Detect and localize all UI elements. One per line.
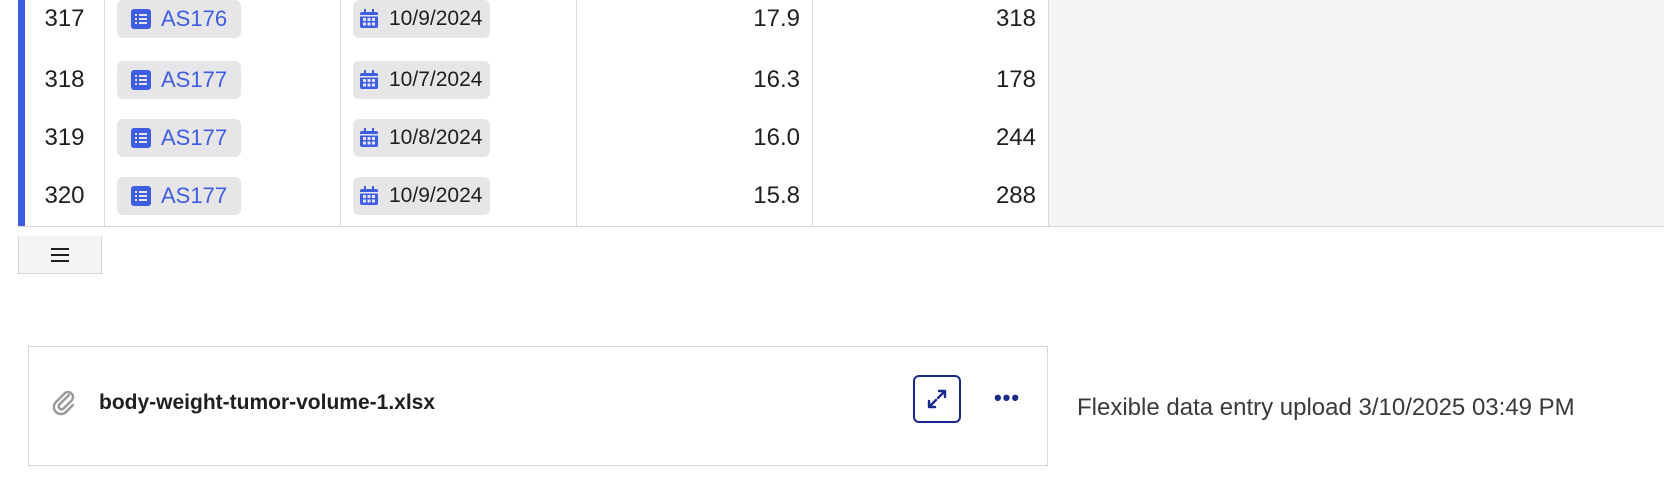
calendar-icon <box>360 127 378 147</box>
value1-cell[interactable]: 15.8 <box>577 165 813 226</box>
row-index: 318 <box>25 49 105 110</box>
table-row: 317 AS176 10/9/2024 17.9 318 <box>18 0 1664 50</box>
row-accent <box>18 107 25 168</box>
list-icon <box>131 185 151 206</box>
empty-cell <box>1049 0 1664 49</box>
subject-cell: AS176 <box>105 0 341 49</box>
row-accent <box>18 49 25 110</box>
subject-label: AS177 <box>161 66 228 92</box>
page: 317 AS176 10/9/2024 17.9 318 318 AS177 1… <box>0 0 1664 490</box>
row-menu-button[interactable] <box>18 236 102 274</box>
subject-link[interactable]: AS176 <box>117 0 242 38</box>
calendar-icon <box>360 185 378 205</box>
subject-link[interactable]: AS177 <box>117 60 242 99</box>
expand-icon <box>927 389 947 409</box>
subject-link[interactable]: AS177 <box>117 176 242 215</box>
row-accent <box>18 165 25 226</box>
empty-cell <box>1049 49 1664 110</box>
value2-cell[interactable]: 244 <box>813 107 1049 168</box>
value1-cell[interactable]: 16.3 <box>577 49 813 110</box>
date-label: 10/7/2024 <box>389 67 483 91</box>
value2-cell[interactable]: 318 <box>813 0 1049 49</box>
more-button[interactable]: ••• <box>989 383 1025 413</box>
list-icon <box>131 69 151 90</box>
table-row: 319 AS177 10/8/2024 16.0 244 <box>18 107 1664 169</box>
expand-button[interactable] <box>913 375 961 423</box>
value1-cell[interactable]: 16.0 <box>577 107 813 168</box>
value2-cell[interactable]: 178 <box>813 49 1049 110</box>
subject-link[interactable]: AS177 <box>117 118 242 157</box>
date-label: 10/9/2024 <box>389 183 483 207</box>
date-label: 10/9/2024 <box>389 6 483 30</box>
subject-label: AS177 <box>161 124 228 150</box>
table-row: 320 AS177 10/9/2024 15.8 288 <box>18 165 1664 227</box>
date-chip[interactable]: 10/7/2024 <box>353 60 491 99</box>
paperclip-icon <box>51 389 77 422</box>
upload-note: Flexible data entry upload 3/10/2025 03:… <box>1077 394 1575 421</box>
row-index: 319 <box>25 107 105 168</box>
date-cell: 10/7/2024 <box>341 49 577 110</box>
empty-cell <box>1049 107 1664 168</box>
subject-label: AS176 <box>161 5 228 31</box>
attachment-card: body-weight-tumor-volume-1.xlsx ••• <box>28 346 1048 466</box>
date-label: 10/8/2024 <box>389 125 483 149</box>
row-index: 317 <box>25 0 105 49</box>
table-row: 318 AS177 10/7/2024 16.3 178 <box>18 49 1664 111</box>
calendar-icon <box>360 8 378 28</box>
date-chip[interactable]: 10/9/2024 <box>353 0 491 38</box>
subject-label: AS177 <box>161 182 228 208</box>
list-icon <box>131 8 151 29</box>
hamburger-icon <box>51 247 69 262</box>
more-icon: ••• <box>993 385 1021 410</box>
subject-cell: AS177 <box>105 107 341 168</box>
date-cell: 10/9/2024 <box>341 165 577 226</box>
date-chip[interactable]: 10/9/2024 <box>353 176 491 215</box>
value1-cell[interactable]: 17.9 <box>577 0 813 49</box>
subject-cell: AS177 <box>105 165 341 226</box>
row-index: 320 <box>25 165 105 226</box>
date-cell: 10/9/2024 <box>341 0 577 49</box>
date-chip[interactable]: 10/8/2024 <box>353 118 491 157</box>
empty-cell <box>1049 165 1664 226</box>
date-cell: 10/8/2024 <box>341 107 577 168</box>
value2-cell[interactable]: 288 <box>813 165 1049 226</box>
calendar-icon <box>360 69 378 89</box>
list-icon <box>131 127 151 148</box>
attachment-filename[interactable]: body-weight-tumor-volume-1.xlsx <box>99 391 435 415</box>
subject-cell: AS177 <box>105 49 341 110</box>
row-accent <box>18 0 25 49</box>
